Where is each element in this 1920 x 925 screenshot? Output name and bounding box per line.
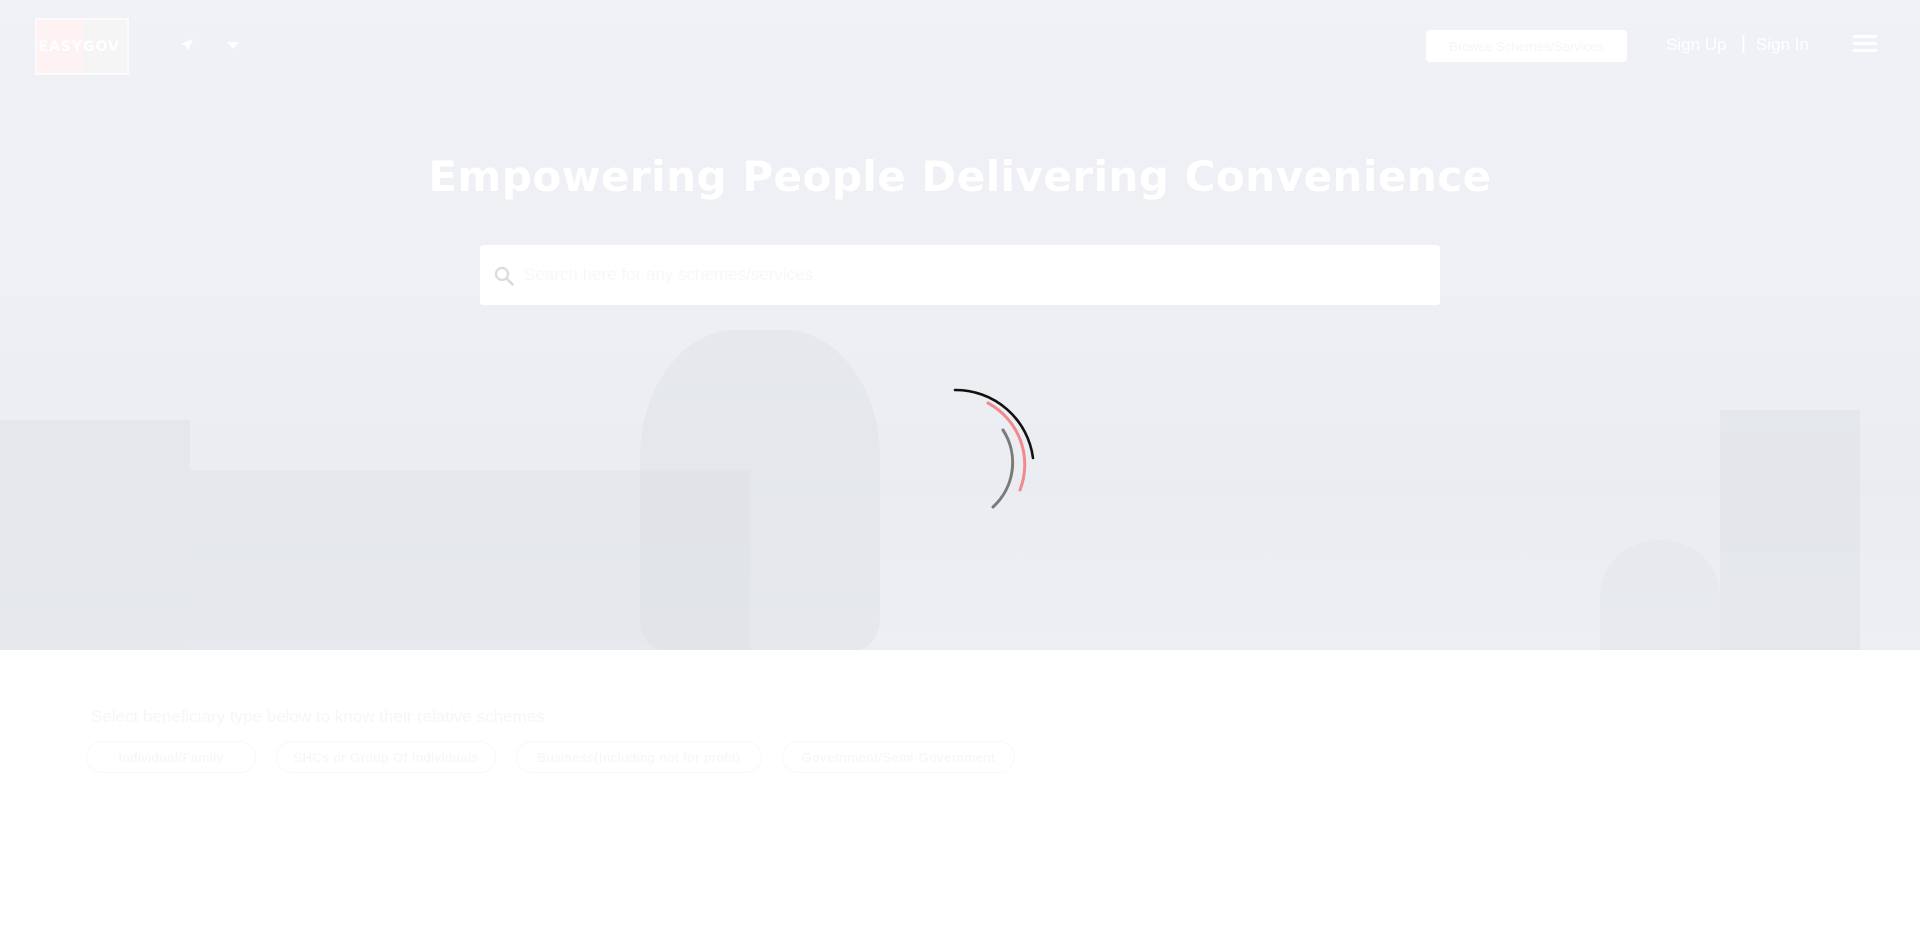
spinner-arc-inner [991, 428, 1015, 509]
logo-text-right: GOV [83, 38, 120, 55]
sign-up-link[interactable]: Sign Up [1666, 35, 1726, 55]
registered-mark: ® [133, 14, 140, 24]
easygov-logo[interactable]: EASY GOV [35, 18, 129, 75]
site-header: EASY GOV ® Browse Schemes/Services Sign … [0, 0, 1920, 90]
spinner-arc-middle [986, 401, 1027, 492]
background-figure [1600, 540, 1720, 650]
sign-in-link[interactable]: Sign In [1756, 35, 1809, 55]
loading-spinner [953, 388, 1035, 509]
background-building-right [1720, 410, 1860, 650]
browse-schemes-button[interactable]: Browse Schemes/Services [1426, 30, 1627, 62]
beneficiary-title: Select beneficiary type below to know th… [91, 707, 545, 726]
hero-title: Empowering People Delivering Convenience [428, 152, 1492, 201]
search-icon [494, 266, 514, 286]
beneficiary-card: Select beneficiary type below to know th… [50, 683, 1870, 786]
header-separator: | [1741, 33, 1746, 54]
location-arrow-icon[interactable] [180, 38, 194, 52]
background-tree [640, 330, 880, 650]
hamburger-menu-icon[interactable] [1853, 35, 1877, 53]
beneficiary-chip-individual[interactable]: Individual/Family [86, 741, 256, 773]
background-building-left [0, 420, 190, 650]
search-input[interactable] [524, 245, 1424, 305]
hero-banner [0, 0, 1920, 650]
search-bar[interactable] [480, 245, 1440, 305]
logo-text-left: EASY [38, 38, 83, 55]
beneficiary-chip-government[interactable]: Government/Semi-Government [782, 741, 1015, 773]
beneficiary-chip-shg[interactable]: SHCs or Group Of Individuals [276, 741, 496, 773]
chevron-down-icon[interactable] [227, 42, 239, 50]
beneficiary-chip-business[interactable]: Business(Including not for profit) [516, 741, 762, 773]
